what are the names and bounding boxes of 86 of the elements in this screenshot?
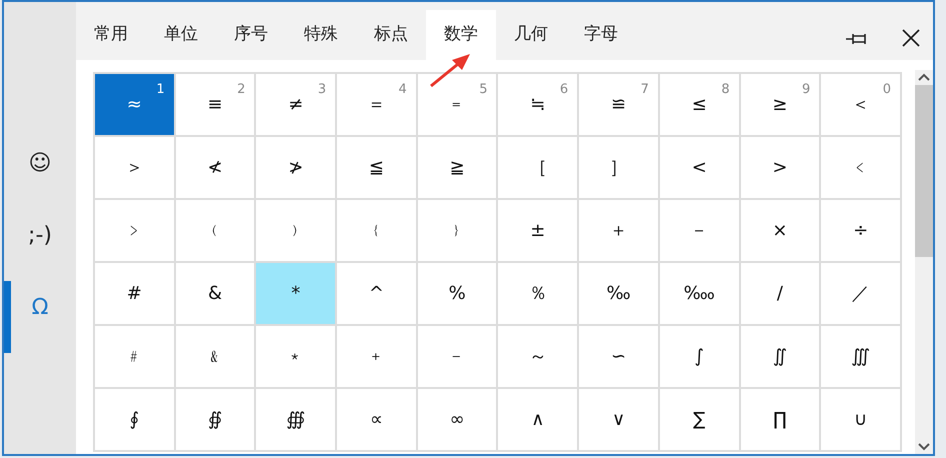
symbol-cell[interactable]: － <box>660 200 741 263</box>
symbol-cell[interactable]: ］ <box>579 137 660 200</box>
symbol-cell[interactable]: ≈ 1 <box>95 74 176 137</box>
symbol-cell[interactable]: ≮ <box>176 137 256 200</box>
symbol-cell[interactable]: ＜ 0 <box>821 74 902 137</box>
symbol-cell[interactable]: ＋ <box>579 200 660 263</box>
symbol-cell[interactable]: × <box>740 200 822 263</box>
symbol-cell[interactable]: ﹣ <box>418 326 498 389</box>
symbol-cell[interactable]: > <box>740 137 822 200</box>
symbol-cell[interactable]: ﹠ <box>176 326 256 389</box>
shortcut-number: 0 <box>882 81 891 99</box>
symbol-cell[interactable]: ＞ <box>95 137 176 200</box>
symbol-cell[interactable]: ∮ <box>95 389 176 452</box>
symbol-cell[interactable]: < <box>660 137 741 200</box>
symbol-cell[interactable]: ﹡ <box>256 326 338 389</box>
symbol-cell[interactable]: ［ <box>498 137 580 200</box>
symbol-cell[interactable]: ﹟ <box>95 326 176 389</box>
shortcut-number: 2 <box>237 81 246 99</box>
symbol-cell[interactable]: ＝ 4 <box>337 74 418 137</box>
shortcut-number: 6 <box>560 81 568 99</box>
category-tab[interactable]: 单位 <box>146 10 216 60</box>
symbol-cell[interactable]: ∝ <box>337 389 418 452</box>
symbol-cell[interactable]: ﹙ <box>176 200 256 263</box>
symbol-cell[interactable]: ∏ <box>740 389 822 452</box>
symbol-cell[interactable]: ≧ <box>418 137 498 200</box>
category-tab[interactable]: 常用 <box>76 10 146 60</box>
shortcut-number: 1 <box>156 81 165 99</box>
symbol-cell[interactable]: ﹦ 5 <box>418 74 498 137</box>
category-tab[interactable]: 特殊 <box>286 10 356 60</box>
symbol-cell[interactable]: * <box>256 263 338 326</box>
symbol-cell[interactable]: ^ <box>337 263 418 326</box>
symbol-cell[interactable]: ％ <box>498 263 580 326</box>
symbol-cell[interactable]: ／ <box>821 263 902 326</box>
sidebar-tab[interactable]: Ω <box>32 297 48 319</box>
scroll-down-icon[interactable] <box>918 443 930 451</box>
close-icon[interactable] <box>901 28 921 48</box>
shortcut-number: 4 <box>398 81 407 99</box>
symbol-cell[interactable]: ‰ <box>579 263 660 326</box>
shortcut-number: 8 <box>721 81 730 99</box>
shortcut-number: 7 <box>640 81 649 99</box>
category-tab[interactable]: 序号 <box>216 10 286 60</box>
symbol-cell[interactable]: ∞ <box>418 389 498 452</box>
category-tab[interactable]: 几何 <box>496 10 566 60</box>
symbol-cell[interactable]: ≥ 9 <box>740 74 822 137</box>
symbol-cell[interactable]: ≌ 7 <box>579 74 660 137</box>
symbol-cell[interactable]: ∰ <box>256 389 338 452</box>
symbol-cell[interactable]: ∭ <box>821 326 902 389</box>
symbol-cell[interactable]: & <box>176 263 256 326</box>
symbol-cell[interactable]: ∨ <box>579 389 660 452</box>
symbol-cell[interactable]: ﹤ <box>821 137 902 200</box>
symbol-cell[interactable]: ∽ <box>579 326 660 389</box>
symbol-cell[interactable]: ≠ 3 <box>256 74 338 137</box>
shortcut-number: 9 <box>802 81 810 99</box>
category-tab[interactable]: 标点 <box>356 10 426 60</box>
scroll-up-icon[interactable] <box>918 73 930 81</box>
symbol-cell[interactable]: ∪ <box>821 389 902 452</box>
symbol-cell[interactable]: ～ <box>498 326 580 389</box>
symbol-cell[interactable]: ≒ 6 <box>498 74 580 137</box>
sidebar-tab[interactable]: ☺ <box>28 153 52 175</box>
symbol-cell[interactable]: ∯ <box>176 389 256 452</box>
annotation-arrow-icon <box>428 52 472 88</box>
symbol-cell[interactable]: ≤ 8 <box>660 74 741 137</box>
symbol-cell[interactable]: ﹚ <box>256 200 338 263</box>
sidebar-tab[interactable]: ;-) <box>28 225 52 247</box>
symbol-cell[interactable]: ﹛ <box>337 200 418 263</box>
symbol-cell[interactable]: ≦ <box>337 137 418 200</box>
symbol-cell[interactable]: ≯ <box>256 137 338 200</box>
symbol-cell[interactable]: ﹢ <box>337 326 418 389</box>
symbol-cell[interactable]: ∬ <box>740 326 822 389</box>
symbol-cell[interactable]: ≡ 2 <box>176 74 256 137</box>
shortcut-number: 5 <box>479 81 488 99</box>
symbol-cell[interactable]: ± <box>498 200 580 263</box>
symbol-cell[interactable]: ∕ <box>740 263 822 326</box>
symbol-cell[interactable]: ﹥ <box>95 200 176 263</box>
symbol-cell[interactable]: ÷ <box>821 200 902 263</box>
category-tab[interactable]: 数学 <box>426 10 496 60</box>
symbol-cell[interactable]: ‱ <box>660 263 741 326</box>
symbol-cell[interactable]: ∑ <box>660 389 741 452</box>
symbol-cell[interactable]: ∫ <box>660 326 741 389</box>
shortcut-number: 3 <box>318 81 326 99</box>
category-tab[interactable]: 字母 <box>566 10 636 60</box>
symbol-cell[interactable]: ﹜ <box>418 200 498 263</box>
symbol-cell[interactable]: % <box>418 263 498 326</box>
scroll-thumb[interactable] <box>915 85 933 257</box>
symbol-cell[interactable]: ∧ <box>498 389 580 452</box>
symbol-cell[interactable]: # <box>95 263 176 326</box>
